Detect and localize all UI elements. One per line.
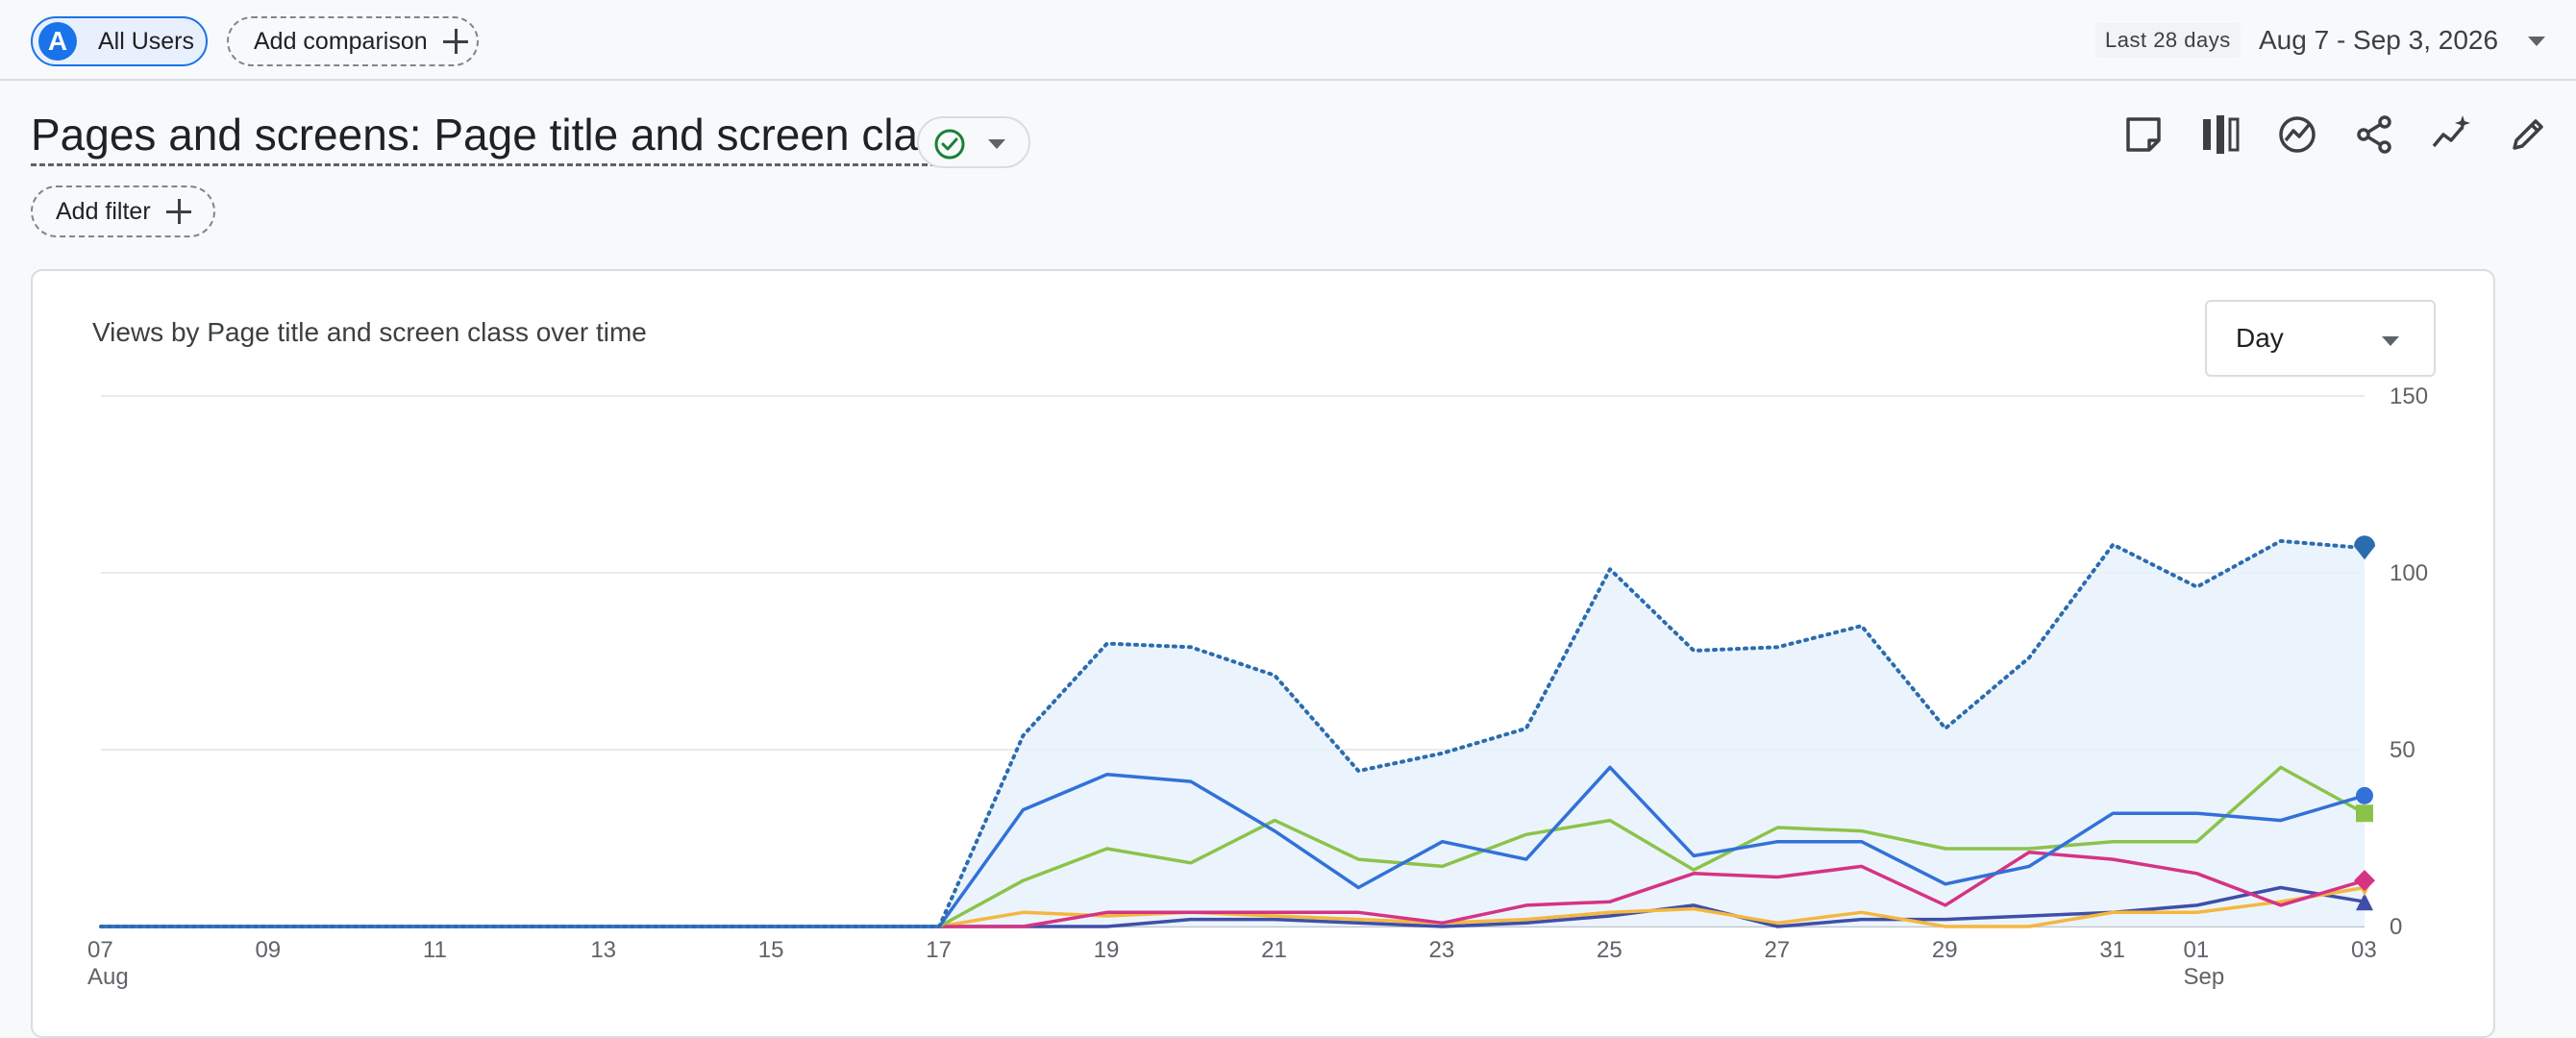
x-tick-label: 17 xyxy=(926,937,952,963)
x-tick-label: 21 xyxy=(1261,937,1287,963)
x-tick-label: 11 xyxy=(423,937,447,963)
line-chart: 0 50 100 150 07Aug 09 11 13 15 17 19 21 23 25 27 29 31 01… xyxy=(87,383,2428,990)
y-tick-label: 0 xyxy=(2390,914,2402,940)
x-tick-label: 19 xyxy=(1094,937,1120,963)
x-tick-label: 27 xyxy=(1764,937,1790,963)
y-tick-label: 100 xyxy=(2390,560,2428,586)
x-tick-label: 29 xyxy=(1932,937,1958,963)
x-tick-label: 25 xyxy=(1597,937,1622,963)
series-marker-s1 xyxy=(2356,786,2373,804)
x-tick-label: 07 xyxy=(87,937,113,963)
x-tick-label: 13 xyxy=(590,937,616,963)
x-tick-label: 23 xyxy=(1429,937,1455,963)
x-tick-label: 09 xyxy=(255,937,281,963)
x-tick-label: 01 xyxy=(2184,937,2210,963)
y-tick-label: 150 xyxy=(2390,383,2428,409)
x-tick-label: 03 xyxy=(2351,937,2377,963)
x-tick-sublabel: Aug xyxy=(87,964,129,990)
x-tick-label: 15 xyxy=(758,937,784,963)
y-tick-label: 50 xyxy=(2390,737,2415,763)
x-tick-label: 31 xyxy=(2099,937,2125,963)
series-marker-s2 xyxy=(2356,804,2373,823)
x-tick-sublabel: Sep xyxy=(2184,964,2225,990)
